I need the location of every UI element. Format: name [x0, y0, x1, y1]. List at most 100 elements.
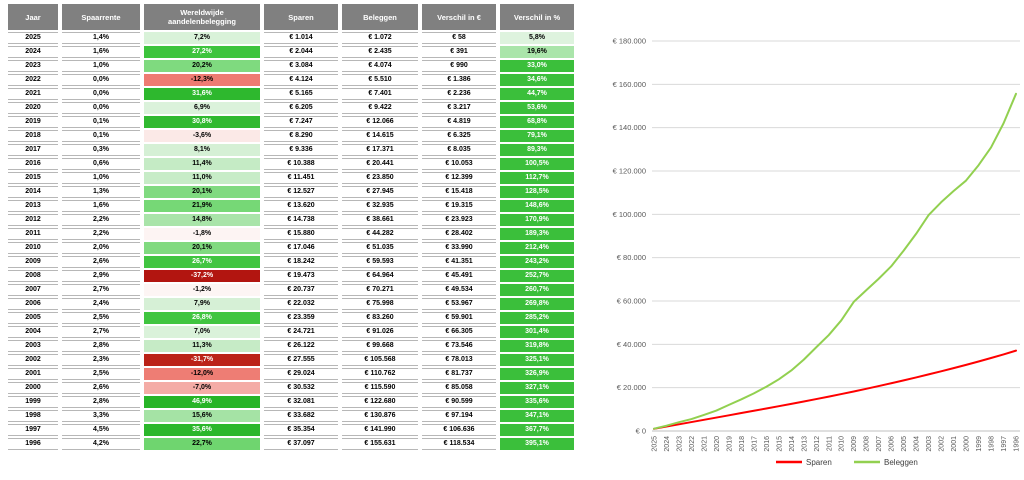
- cell-sparen: € 10.388: [264, 158, 338, 170]
- cell-rendement: 20,2%: [144, 60, 260, 72]
- cell-spaarrente: 2,5%: [62, 312, 140, 324]
- cell-rendement: 30,8%: [144, 116, 260, 128]
- cell-sparen: € 9.336: [264, 144, 338, 156]
- y-axis-tick-label: € 180.000: [613, 37, 646, 46]
- cell-beleggen: € 14.615: [342, 130, 418, 142]
- cell-verschil-pct: 395,1%: [500, 438, 574, 450]
- cell-jaar: 2018: [8, 130, 58, 142]
- table-row: 20160,6%11,4%€ 10.388€ 20.441€ 10.053100…: [8, 158, 574, 170]
- cell-sparen: € 11.451: [264, 172, 338, 184]
- table-row: 20052,5%26,8%€ 23.359€ 83.260€ 59.901285…: [8, 312, 574, 324]
- cell-beleggen: € 105.568: [342, 354, 418, 366]
- cell-jaar: 2023: [8, 60, 58, 72]
- cell-beleggen: € 141.990: [342, 424, 418, 436]
- cell-verschil-pct: 189,3%: [500, 228, 574, 240]
- cell-beleggen: € 91.026: [342, 326, 418, 338]
- x-axis-tick-label: 2019: [726, 436, 733, 452]
- cell-beleggen: € 17.371: [342, 144, 418, 156]
- table-row: 20170,3%8,1%€ 9.336€ 17.371€ 8.03589,3%: [8, 144, 574, 156]
- y-axis-tick-label: € 140.000: [613, 123, 646, 132]
- cell-verschil-eur: € 990: [422, 60, 496, 72]
- y-axis-tick-label: € 80.000: [617, 253, 646, 262]
- cell-beleggen: € 59.593: [342, 256, 418, 268]
- cell-beleggen: € 4.074: [342, 60, 418, 72]
- table-row: 20022,3%-31,7%€ 27.555€ 105.568€ 78.0133…: [8, 354, 574, 366]
- cell-beleggen: € 130.876: [342, 410, 418, 422]
- cell-spaarrente: 1,0%: [62, 60, 140, 72]
- table-row: 20072,7%-1,2%€ 20.737€ 70.271€ 49.534260…: [8, 284, 574, 296]
- table-row: 19974,5%35,6%€ 35.354€ 141.990€ 106.6363…: [8, 424, 574, 436]
- cell-jaar: 2019: [8, 116, 58, 128]
- cell-verschil-eur: € 118.534: [422, 438, 496, 450]
- cell-beleggen: € 20.441: [342, 158, 418, 170]
- table-row: 20141,3%20,1%€ 12.527€ 27.945€ 15.418128…: [8, 186, 574, 198]
- y-axis-tick-label: € 160.000: [613, 80, 646, 89]
- x-axis-tick-label: 2013: [801, 436, 808, 452]
- cell-spaarrente: 1,6%: [62, 46, 140, 58]
- table-row: 20082,9%-37,2%€ 19.473€ 64.964€ 45.49125…: [8, 270, 574, 282]
- cell-verschil-eur: € 6.325: [422, 130, 496, 142]
- cell-jaar: 2022: [8, 74, 58, 86]
- table-row: 20210,0%31,6%€ 5.165€ 7.401€ 2.23644,7%: [8, 88, 574, 100]
- cell-spaarrente: 2,2%: [62, 228, 140, 240]
- cell-rendement: 7,9%: [144, 298, 260, 310]
- line-chart-panel: € 0€ 20.000€ 40.000€ 60.000€ 80.000€ 100…: [600, 0, 1024, 480]
- cell-spaarrente: 2,3%: [62, 354, 140, 366]
- column-header-spaarrente: Spaarrente: [62, 4, 140, 30]
- y-axis-tick-label: € 120.000: [613, 167, 646, 176]
- cell-rendement: -3,6%: [144, 130, 260, 142]
- cell-verschil-eur: € 19.315: [422, 200, 496, 212]
- table-row: 20122,2%14,8%€ 14.738€ 38.661€ 23.923170…: [8, 214, 574, 226]
- x-axis-tick-label: 2008: [864, 436, 871, 452]
- cell-verschil-eur: € 78.013: [422, 354, 496, 366]
- cell-verschil-pct: 53,6%: [500, 102, 574, 114]
- cell-spaarrente: 1,3%: [62, 186, 140, 198]
- cell-spaarrente: 2,4%: [62, 298, 140, 310]
- legend-label-sparen: Sparen: [806, 458, 832, 467]
- y-axis-tick-label: € 0: [636, 427, 646, 436]
- cell-beleggen: € 83.260: [342, 312, 418, 324]
- table-row: 19964,2%22,7%€ 37.097€ 155.631€ 118.5343…: [8, 438, 574, 450]
- cell-beleggen: € 115.590: [342, 382, 418, 394]
- cell-spaarrente: 2,7%: [62, 326, 140, 338]
- cell-rendement: 46,9%: [144, 396, 260, 408]
- cell-beleggen: € 5.510: [342, 74, 418, 86]
- cell-verschil-pct: 79,1%: [500, 130, 574, 142]
- cell-verschil-eur: € 90.599: [422, 396, 496, 408]
- cell-verschil-eur: € 2.236: [422, 88, 496, 100]
- cell-jaar: 2021: [8, 88, 58, 100]
- x-axis-tick-label: 1996: [1014, 436, 1021, 452]
- cell-rendement: 8,1%: [144, 144, 260, 156]
- x-axis-tick-label: 2010: [839, 436, 846, 452]
- cell-verschil-pct: 170,9%: [500, 214, 574, 226]
- cell-beleggen: € 12.066: [342, 116, 418, 128]
- cell-verschil-pct: 148,6%: [500, 200, 574, 212]
- column-header-sparen: Sparen: [264, 4, 338, 30]
- cell-beleggen: € 9.422: [342, 102, 418, 114]
- table-row: 20220,0%-12,3%€ 4.124€ 5.510€ 1.38634,6%: [8, 74, 574, 86]
- cell-sparen: € 24.721: [264, 326, 338, 338]
- cell-spaarrente: 0,0%: [62, 102, 140, 114]
- cell-sparen: € 3.084: [264, 60, 338, 72]
- cell-rendement: -12,0%: [144, 368, 260, 380]
- table-row: 20112,2%-1,8%€ 15.880€ 44.282€ 28.402189…: [8, 228, 574, 240]
- cell-spaarrente: 0,0%: [62, 88, 140, 100]
- cell-verschil-pct: 128,5%: [500, 186, 574, 198]
- cell-rendement: 22,7%: [144, 438, 260, 450]
- table-row: 20251,4%7,2%€ 1.014€ 1.072€ 585,8%: [8, 32, 574, 44]
- cell-verschil-eur: € 49.534: [422, 284, 496, 296]
- cell-verschil-eur: € 58: [422, 32, 496, 44]
- x-axis-tick-label: 2011: [826, 436, 833, 451]
- table-row: 20032,8%11,3%€ 26.122€ 99.668€ 73.546319…: [8, 340, 574, 352]
- cell-sparen: € 32.081: [264, 396, 338, 408]
- cell-jaar: 2009: [8, 256, 58, 268]
- cell-verschil-eur: € 81.737: [422, 368, 496, 380]
- cell-rendement: -31,7%: [144, 354, 260, 366]
- cell-beleggen: € 32.935: [342, 200, 418, 212]
- table-row: 20002,6%-7,0%€ 30.532€ 115.590€ 85.05832…: [8, 382, 574, 394]
- table-row: 20231,0%20,2%€ 3.084€ 4.074€ 99033,0%: [8, 60, 574, 72]
- table-row: 20131,6%21,9%€ 13.620€ 32.935€ 19.315148…: [8, 200, 574, 212]
- table-row: 20180,1%-3,6%€ 8.290€ 14.615€ 6.32579,1%: [8, 130, 574, 142]
- cell-verschil-eur: € 10.053: [422, 158, 496, 170]
- cell-spaarrente: 2,9%: [62, 270, 140, 282]
